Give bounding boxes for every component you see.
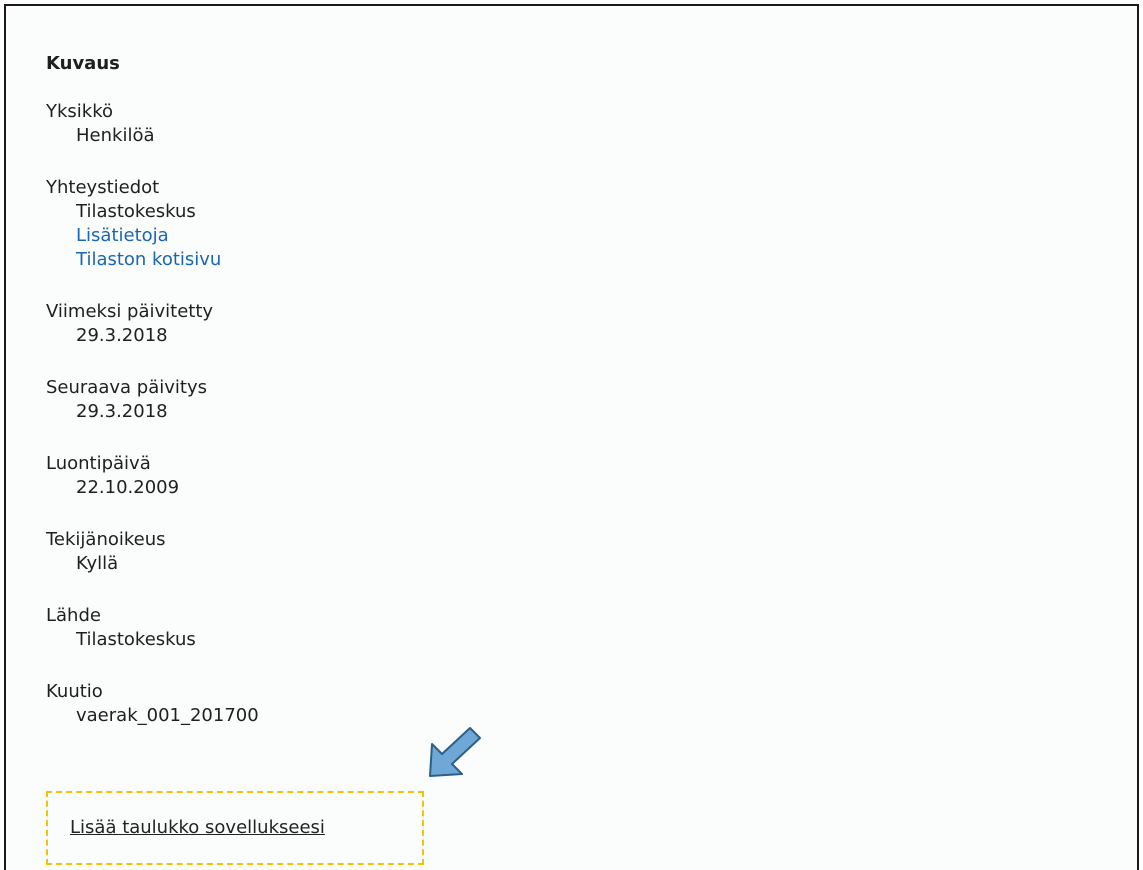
embed-highlight-box: Lisää taulukko sovellukseesi xyxy=(46,791,424,865)
source-value: Tilastokeskus xyxy=(76,629,196,650)
last-updated-label: Viimeksi päivitetty xyxy=(46,301,214,322)
arrow-down-left-icon xyxy=(429,727,481,777)
last-updated-value: 29.3.2018 xyxy=(76,325,168,346)
unit-label: Yksikkö xyxy=(46,101,114,122)
copyright-value: Kyllä xyxy=(76,553,119,574)
source-label: Lähde xyxy=(46,605,101,626)
description-panel: Kuvaus Yksikkö Henkilöä Yhteystiedot Til… xyxy=(4,4,1139,870)
cube-value: vaerak_001_201700 xyxy=(76,705,259,726)
next-update-label: Seuraava päivitys xyxy=(46,377,207,398)
unit-value: Henkilöä xyxy=(76,125,155,146)
next-update-value: 29.3.2018 xyxy=(76,401,168,422)
created-label: Luontipäivä xyxy=(46,453,151,474)
contact-value: Tilastokeskus xyxy=(76,201,196,222)
created-value: 22.10.2009 xyxy=(76,477,180,498)
copyright-label: Tekijänoikeus xyxy=(46,529,166,550)
statistics-homepage-link[interactable]: Tilaston kotisivu xyxy=(76,248,221,272)
contact-label: Yhteystiedot xyxy=(46,177,160,198)
section-heading: Kuvaus xyxy=(46,53,120,74)
cube-label: Kuutio xyxy=(46,681,103,702)
more-info-link[interactable]: Lisätietoja xyxy=(76,224,169,248)
add-table-to-app-link[interactable]: Lisää taulukko sovellukseesi xyxy=(70,817,325,838)
